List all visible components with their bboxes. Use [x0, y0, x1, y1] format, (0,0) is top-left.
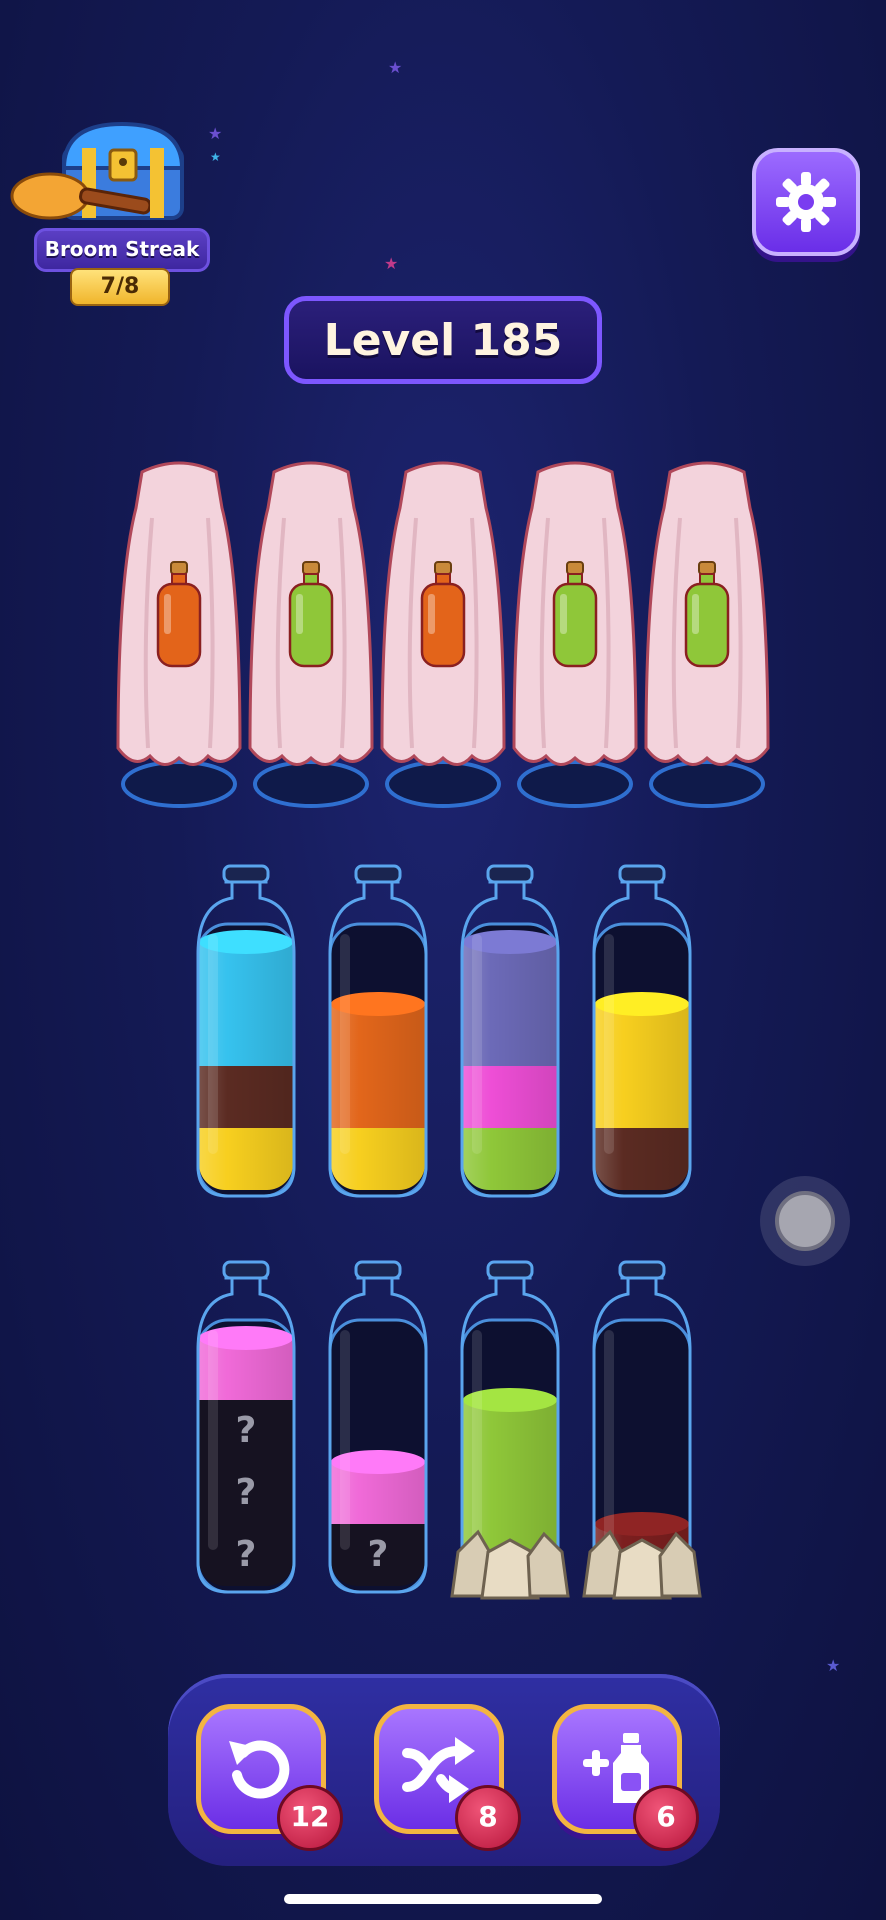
shuffle-count-badge: 8 — [455, 1785, 521, 1851]
liquid-layer — [331, 1004, 425, 1128]
rock-obstacle — [448, 1522, 572, 1602]
settings-button[interactable] — [752, 148, 860, 256]
broom-streak-count: 7/8 — [70, 268, 170, 306]
broom-streak-widget[interactable]: Broom Streak 7/8 — [10, 118, 210, 306]
liquid-surface — [463, 1388, 557, 1412]
star-decoration: ★ — [388, 58, 403, 77]
liquid-layer — [463, 942, 557, 1066]
sort-bottle[interactable] — [454, 864, 566, 1204]
sort-bottle[interactable] — [190, 864, 302, 1204]
liquid-surface — [199, 1326, 293, 1350]
liquid-surface — [463, 930, 557, 954]
liquid-layer — [199, 1066, 293, 1128]
powerup-toolbar: 12 8 6 — [168, 1674, 720, 1866]
ghost-covered-bottle[interactable] — [640, 458, 774, 810]
sort-bottle[interactable] — [582, 1260, 702, 1600]
liquid-surface — [199, 930, 293, 954]
sort-bottle[interactable]: ? — [322, 1260, 434, 1600]
star-decoration: ★ — [826, 1656, 841, 1675]
hidden-layer: ? — [199, 1524, 293, 1586]
broom-streak-label: Broom Streak — [34, 228, 210, 272]
liquid-surface — [331, 992, 425, 1016]
undo-count-badge: 12 — [277, 1785, 343, 1851]
ghost-covered-bottle[interactable] — [112, 458, 246, 810]
star-decoration: ★ — [208, 124, 223, 143]
treasure-chest-icon — [10, 118, 192, 228]
home-indicator — [284, 1894, 602, 1904]
hidden-potion-icon — [418, 560, 468, 670]
level-label: Level 185 — [323, 314, 563, 366]
undo-button[interactable]: 12 — [196, 1704, 343, 1851]
ghost-covered-bottle[interactable] — [508, 458, 642, 810]
hidden-potion-icon — [550, 560, 600, 670]
liquid-layer — [199, 1128, 293, 1190]
hidden-layer: ? — [331, 1524, 425, 1586]
level-indicator: Level 185 — [284, 296, 602, 384]
add-bottle-button[interactable]: 6 — [552, 1704, 699, 1851]
assistive-touch-button[interactable] — [760, 1176, 850, 1266]
hidden-potion-icon — [154, 560, 204, 670]
hidden-layer: ? — [199, 1400, 293, 1462]
star-decoration: ★ — [384, 254, 399, 273]
question-mark: ? — [367, 1534, 389, 1575]
star-decoration: ★ — [210, 150, 221, 164]
liquid-layer — [331, 1128, 425, 1190]
hidden-layer: ? — [199, 1462, 293, 1524]
question-mark: ? — [235, 1410, 257, 1451]
add-bottle-count-badge: 6 — [633, 1785, 699, 1851]
sort-bottle[interactable] — [322, 864, 434, 1204]
rock-obstacle — [580, 1522, 704, 1602]
ghost-covered-bottle[interactable] — [244, 458, 378, 810]
ghost-covered-bottle[interactable] — [376, 458, 510, 810]
shuffle-button[interactable]: 8 — [374, 1704, 521, 1851]
liquid-layer — [463, 1066, 557, 1128]
question-mark: ? — [235, 1472, 257, 1513]
liquid-surface — [595, 992, 689, 1016]
liquid-layer — [595, 1128, 689, 1190]
liquid-surface — [331, 1450, 425, 1474]
sort-bottle[interactable] — [586, 864, 698, 1204]
liquid-layer — [595, 1004, 689, 1128]
question-mark: ? — [235, 1534, 257, 1575]
liquid-layer — [463, 1128, 557, 1190]
hidden-potion-icon — [682, 560, 732, 670]
hidden-potion-icon — [286, 560, 336, 670]
gear-icon — [776, 172, 836, 232]
sort-bottle[interactable] — [450, 1260, 570, 1600]
sort-bottle[interactable]: ??? — [190, 1260, 302, 1600]
liquid-layer — [199, 942, 293, 1066]
